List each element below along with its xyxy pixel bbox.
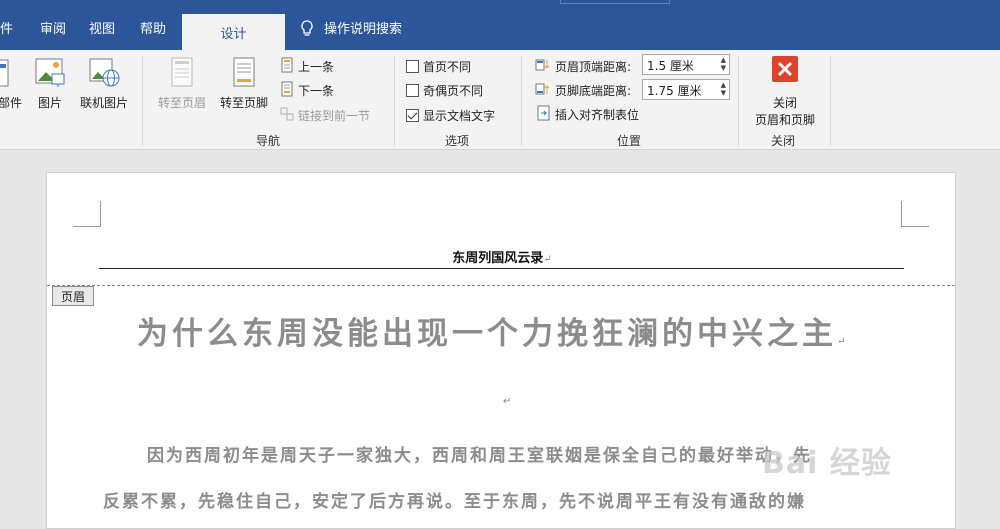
position-group-label: 位置 [617, 134, 642, 148]
insert-alignment-tab-button[interactable]: 插入对齐制表位 [537, 104, 639, 124]
spinner-arrows-icon[interactable]: ▲ ▼ [721, 81, 726, 97]
nav-group-label: 导航 [256, 134, 281, 148]
checkbox-icon [406, 83, 419, 97]
group-separator [830, 56, 831, 146]
tell-me-label: 操作说明搜索 [324, 22, 403, 37]
close-label-line2: 页眉和页脚 [754, 113, 815, 127]
paragraph-mark-icon: ↵ [837, 336, 846, 347]
close-header-footer-button[interactable]: 关闭 页眉和页脚 [746, 56, 824, 128]
goto-header-button[interactable]: 转至页眉 [154, 56, 210, 111]
footer-from-bottom-label-row: 页脚底端距离: [535, 80, 631, 100]
margin-corner-top-right [901, 201, 929, 227]
link-to-previous-label: 链接到前一节 [298, 108, 371, 123]
body-line-2[interactable]: 反累不累，先稳住自己，安定了后方再说。至于东周，先不说周平王有没有通敌的嫌 [103, 487, 806, 512]
watermark: Bai 经验 [762, 446, 892, 481]
tab-review[interactable]: 审阅 [40, 18, 66, 37]
quick-parts-button[interactable]: 部件 [0, 56, 24, 111]
link-icon [280, 107, 294, 124]
next-button[interactable]: 下一条 [280, 80, 334, 100]
goto-footer-label: 转至页脚 [219, 96, 268, 110]
online-picture-label: 联机图片 [79, 96, 128, 110]
tab-design[interactable]: 设计 [182, 14, 285, 50]
checkbox-icon [406, 59, 419, 73]
document-page[interactable]: 东周列国风云录↵ 页眉 为什么东周没能出现一个力挽狂澜的中兴之主↵ ↵ 因为西周… [46, 172, 956, 529]
goto-footer-button[interactable]: 转至页脚 [216, 56, 272, 111]
header-text[interactable]: 东周列国风云录↵ [47, 247, 957, 266]
paragraph-mark-icon: ↵ [543, 254, 552, 265]
tab-view[interactable]: 视图 [89, 18, 115, 37]
header-position-icon [535, 58, 551, 75]
goto-header-icon [166, 56, 198, 88]
online-picture-button[interactable]: 联机图片 [75, 56, 133, 111]
different-first-page-label: 首页不同 [423, 59, 472, 74]
checkbox-checked-icon [406, 108, 419, 122]
footer-from-bottom-label: 页脚底端距离: [555, 83, 632, 98]
quick-parts-icon [0, 56, 28, 88]
link-to-previous-button[interactable]: 链接到前一节 [280, 105, 370, 125]
group-separator [394, 56, 395, 146]
picture-button[interactable]: 图片 [32, 56, 68, 111]
goto-footer-icon [228, 56, 260, 88]
next-icon [280, 81, 294, 100]
next-label: 下一条 [298, 83, 335, 98]
header-from-top-label-row: 页眉顶端距离: [535, 56, 631, 76]
options-group-label: 选项 [445, 134, 470, 148]
close-label-line1: 关闭 [772, 96, 797, 110]
tab-insert[interactable]: 件 [0, 18, 13, 37]
ribbon-tab-bar: 件 审阅 视图 帮助 设计 操作说明搜索 [0, 0, 1000, 50]
different-first-page-checkbox[interactable]: 首页不同 [406, 56, 471, 76]
tell-me-search[interactable]: 操作说明搜索 [300, 18, 402, 37]
goto-header-label: 转至页眉 [157, 96, 206, 110]
group-separator [521, 56, 522, 146]
online-picture-icon [88, 56, 120, 88]
alignment-tab-icon [537, 105, 551, 124]
header-boundary [47, 285, 955, 286]
paragraph-mark-icon: ↵ [503, 396, 512, 407]
footer-from-bottom-input[interactable]: 1.75 厘米 ▲ ▼ [642, 79, 730, 100]
document-canvas: 东周列国风云录↵ 页眉 为什么东周没能出现一个力挽狂澜的中兴之主↵ ↵ 因为西周… [0, 151, 1000, 529]
different-odd-even-checkbox[interactable]: 奇偶页不同 [406, 80, 483, 100]
spinner-arrows-icon[interactable]: ▲ ▼ [721, 56, 726, 72]
footer-position-icon [535, 82, 551, 99]
title-bar-fragment [560, 0, 670, 4]
previous-button[interactable]: 上一条 [280, 56, 334, 76]
document-title[interactable]: 为什么东周没能出现一个力挽狂澜的中兴之主↵ [137, 308, 845, 353]
tab-help[interactable]: 帮助 [140, 18, 166, 37]
margin-corner-top-left [73, 201, 101, 227]
group-separator [142, 56, 143, 146]
header-tag: 页眉 [52, 286, 94, 306]
header-rule [99, 268, 904, 269]
previous-label: 上一条 [298, 59, 335, 74]
show-document-text-checkbox[interactable]: 显示文档文字 [406, 105, 495, 125]
picture-icon [34, 56, 66, 88]
close-group-label: 关闭 [771, 134, 796, 148]
header-from-top-input[interactable]: 1.5 厘米 ▲ ▼ [642, 54, 730, 75]
insert-alignment-tab-label: 插入对齐制表位 [555, 107, 640, 122]
header-from-top-label: 页眉顶端距离: [555, 59, 632, 74]
quick-parts-label: 部件 [0, 96, 22, 110]
lightbulb-icon [300, 19, 314, 36]
ribbon: 部件 图片 联机图片 转至页眉 转至页脚 上一条 下一条 链接到前一节 导航 首… [0, 50, 1000, 150]
show-document-text-label: 显示文档文字 [423, 108, 496, 123]
header-from-top-value: 1.5 厘米 [647, 59, 694, 73]
footer-from-bottom-value: 1.75 厘米 [647, 84, 702, 98]
different-odd-even-label: 奇偶页不同 [423, 83, 484, 98]
picture-label: 图片 [37, 96, 62, 110]
previous-icon [280, 57, 294, 76]
body-line-1[interactable]: 因为西周初年是周天子一家独大，西周和周王室联姻是保全自己的最好举动，先 [147, 441, 812, 466]
close-icon [772, 56, 798, 82]
group-separator [738, 56, 739, 146]
